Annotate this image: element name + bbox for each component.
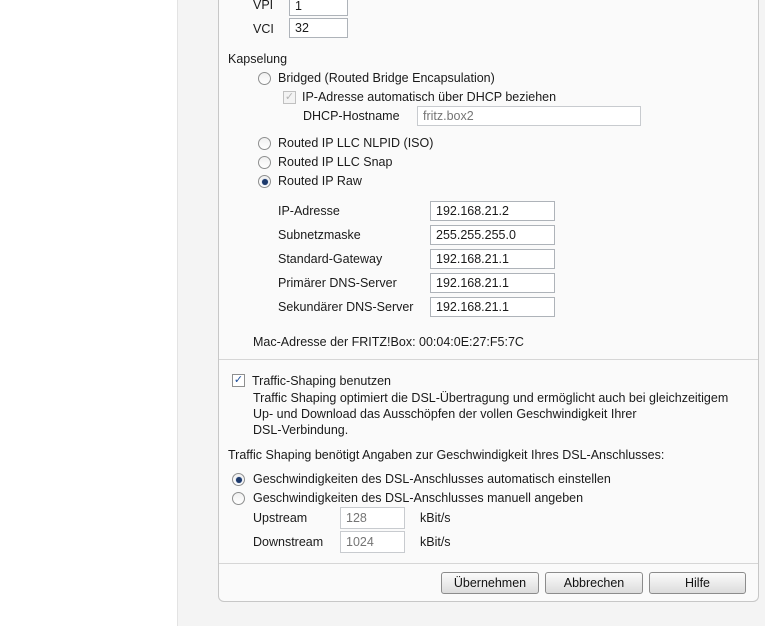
vpi-label: VPI — [253, 0, 274, 12]
ip-address-label: IP-Adresse — [278, 204, 340, 218]
dhcp-checkbox-label: IP-Adresse automatisch über DHCP beziehe… — [302, 90, 557, 104]
speed-intro-text: Traffic Shaping benötigt Angaben zur Ges… — [228, 448, 665, 462]
upstream-input[interactable] — [340, 507, 405, 529]
downstream-unit: kBit/s — [420, 535, 451, 549]
ip-address-input[interactable] — [430, 201, 555, 221]
help-button[interactable]: Hilfe — [649, 572, 746, 594]
vpi-input[interactable] — [289, 0, 348, 16]
primary-dns-input[interactable] — [430, 273, 555, 293]
apply-button[interactable]: Übernehmen — [441, 572, 539, 594]
subnet-mask-input[interactable] — [430, 225, 555, 245]
llc-snap-radio[interactable] — [258, 156, 271, 169]
secondary-dns-label: Sekundärer DNS-Server — [278, 300, 414, 314]
downstream-input[interactable] — [340, 531, 405, 553]
llc-nlpid-radio[interactable] — [258, 137, 271, 150]
ip-raw-radio[interactable] — [258, 175, 271, 188]
traffic-shaping-checkbox[interactable]: ✓ — [232, 374, 245, 387]
dhcp-hostname-input[interactable] — [417, 106, 641, 126]
primary-dns-label: Primärer DNS-Server — [278, 276, 397, 290]
buttons-divider — [219, 563, 758, 564]
speed-auto-radio[interactable] — [232, 473, 245, 486]
cancel-button[interactable]: Abbrechen — [545, 572, 643, 594]
secondary-dns-input[interactable] — [430, 297, 555, 317]
left-navigation-area — [0, 0, 178, 626]
speed-manual-label: Geschwindigkeiten des DSL-Anschlusses ma… — [253, 491, 584, 505]
encapsulation-heading: Kapselung — [228, 52, 288, 66]
traffic-shaping-label: Traffic-Shaping benutzen — [252, 374, 391, 388]
vci-label: VCI — [253, 22, 274, 36]
subnet-mask-label: Subnetzmaske — [278, 228, 361, 242]
mac-address-text: Mac-Adresse der FRITZ!Box: 00:04:0E:27:F… — [253, 335, 524, 349]
bridged-label: Bridged (Routed Bridge Encapsulation) — [278, 71, 495, 85]
llc-nlpid-label: Routed IP LLC NLPID (ISO) — [278, 136, 434, 150]
llc-snap-label: Routed IP LLC Snap — [278, 155, 393, 169]
traffic-description-line-2: Up- und Download das Ausschöpfen der vol… — [253, 407, 637, 421]
gateway-label: Standard-Gateway — [278, 252, 383, 266]
section-divider — [219, 359, 758, 360]
downstream-label: Downstream — [253, 535, 324, 549]
speed-manual-radio[interactable] — [232, 492, 245, 505]
upstream-unit: kBit/s — [420, 511, 451, 525]
traffic-description-line-1: Traffic Shaping optimiert die DSL-Übertr… — [253, 391, 729, 405]
speed-auto-label: Geschwindigkeiten des DSL-Anschlusses au… — [253, 472, 611, 486]
upstream-label: Upstream — [253, 511, 308, 525]
ip-raw-label: Routed IP Raw — [278, 174, 362, 188]
dhcp-hostname-label: DHCP-Hostname — [303, 109, 400, 123]
dhcp-checkbox[interactable]: ✓ — [283, 91, 296, 104]
gateway-input[interactable] — [430, 249, 555, 269]
vci-input[interactable] — [289, 18, 348, 38]
traffic-description-line-3: DSL-Verbindung. — [253, 423, 349, 437]
bridged-radio[interactable] — [258, 72, 271, 85]
